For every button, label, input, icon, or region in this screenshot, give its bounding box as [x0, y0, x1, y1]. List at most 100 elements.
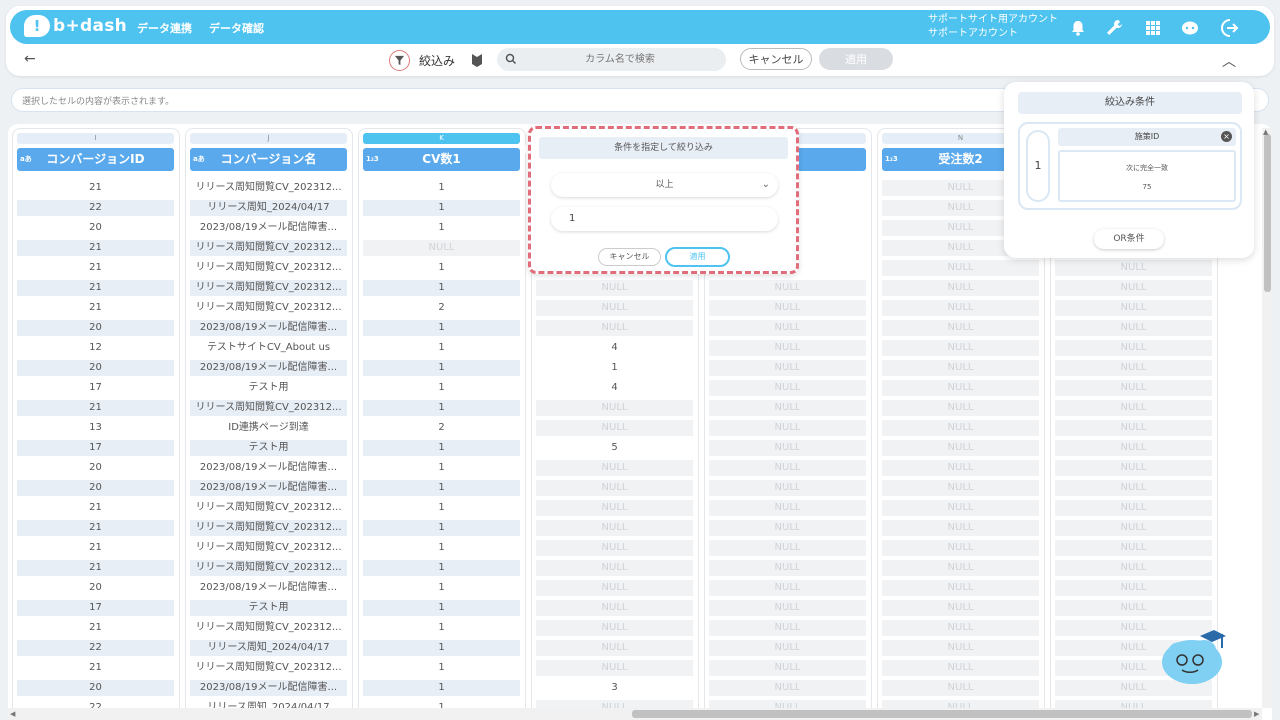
table-cell[interactable]: 1 [363, 500, 520, 516]
table-cell[interactable]: NULL [882, 540, 1039, 556]
table-cell[interactable]: 20 [17, 580, 174, 596]
table-cell[interactable]: NULL [882, 440, 1039, 456]
table-cell[interactable]: リリース周知閲覧CV_202312... [190, 660, 347, 676]
table-cell[interactable]: 17 [17, 600, 174, 616]
table-cell[interactable]: NULL [1055, 460, 1212, 476]
table-cell[interactable]: NULL [709, 580, 866, 596]
table-cell[interactable]: 21 [17, 280, 174, 296]
table-cell[interactable]: NULL [882, 520, 1039, 536]
table-cell[interactable]: NULL [536, 280, 693, 296]
table-cell[interactable]: テスト用 [190, 440, 347, 456]
column-header[interactable]: aあ コンバージョンID [17, 148, 174, 171]
table-cell[interactable]: リリース周知閲覧CV_202312... [190, 540, 347, 556]
table-cell[interactable]: 21 [17, 660, 174, 676]
table-cell[interactable]: 2 [363, 300, 520, 316]
table-cell[interactable]: NULL [536, 320, 693, 336]
condition-field[interactable]: 施策ID × [1058, 128, 1236, 146]
table-cell[interactable]: NULL [709, 440, 866, 456]
cancel-button[interactable]: キャンセル [740, 48, 812, 70]
table-cell[interactable]: 2023/08/19メール配信障害... [190, 480, 347, 496]
scroll-right-arrow-icon[interactable]: ▶ [1254, 710, 1259, 718]
mascot-icon[interactable] [1160, 626, 1228, 690]
table-cell[interactable]: 1 [363, 440, 520, 456]
table-cell[interactable]: 1 [363, 560, 520, 576]
table-cell[interactable]: 1 [363, 400, 520, 416]
nav-data-integration[interactable]: データ連携 [137, 20, 192, 36]
table-cell[interactable]: 21 [17, 520, 174, 536]
table-cell[interactable]: リリース周知閲覧CV_202312... [190, 280, 347, 296]
table-cell[interactable]: NULL [709, 400, 866, 416]
table-cell[interactable]: NULL [1055, 440, 1212, 456]
table-cell[interactable]: リリース周知閲覧CV_202312... [190, 620, 347, 636]
table-cell[interactable]: 4 [536, 380, 693, 396]
table-cell[interactable]: 1 [363, 540, 520, 556]
table-cell[interactable]: 20 [17, 320, 174, 336]
table-cell[interactable]: 1 [363, 360, 520, 376]
table-cell[interactable]: 1 [363, 680, 520, 696]
table-cell[interactable]: NULL [709, 560, 866, 576]
table-cell[interactable]: NULL [1055, 280, 1212, 296]
wrench-icon[interactable] [1104, 18, 1124, 38]
table-cell[interactable]: 5 [536, 440, 693, 456]
table-cell[interactable]: NULL [1055, 380, 1212, 396]
table-cell[interactable]: リリース周知閲覧CV_202312... [190, 500, 347, 516]
table-cell[interactable]: NULL [1055, 420, 1212, 436]
table-cell[interactable]: NULL [882, 420, 1039, 436]
account-info[interactable]: サポートサイト用アカウント サポートアカウント [928, 13, 1058, 41]
table-cell[interactable]: NULL [1055, 540, 1212, 556]
back-arrow-icon[interactable]: ← [24, 51, 36, 67]
table-cell[interactable]: NULL [709, 540, 866, 556]
table-cell[interactable]: NULL [1055, 300, 1212, 316]
table-cell[interactable]: NULL [709, 680, 866, 696]
table-cell[interactable]: NULL [709, 320, 866, 336]
table-cell[interactable]: NULL [363, 240, 520, 256]
table-cell[interactable]: 1 [363, 340, 520, 356]
table-cell[interactable]: NULL [1055, 360, 1212, 376]
table-cell[interactable]: NULL [536, 560, 693, 576]
table-cell[interactable]: NULL [709, 620, 866, 636]
table-cell[interactable]: NULL [882, 660, 1039, 676]
table-cell[interactable]: リリース周知閲覧CV_202312... [190, 180, 347, 196]
table-cell[interactable]: NULL [709, 520, 866, 536]
table-cell[interactable]: 1 [536, 360, 693, 376]
table-cell[interactable]: NULL [882, 300, 1039, 316]
table-cell[interactable]: テストサイトCV_About us [190, 340, 347, 356]
table-cell[interactable]: 1 [363, 660, 520, 676]
apps-grid-icon[interactable] [1143, 18, 1163, 38]
table-cell[interactable]: NULL [536, 620, 693, 636]
table-cell[interactable]: NULL [1055, 560, 1212, 576]
table-cell[interactable]: 1 [363, 480, 520, 496]
table-cell[interactable]: NULL [536, 400, 693, 416]
table-cell[interactable]: リリース周知閲覧CV_202312... [190, 240, 347, 256]
table-cell[interactable]: NULL [882, 380, 1039, 396]
table-cell[interactable]: NULL [882, 560, 1039, 576]
table-cell[interactable]: 22 [17, 640, 174, 656]
table-cell[interactable]: ID連携ページ到達 [190, 420, 347, 436]
table-cell[interactable]: リリース周知閲覧CV_202312... [190, 520, 347, 536]
table-cell[interactable]: NULL [536, 580, 693, 596]
table-cell[interactable]: NULL [709, 300, 866, 316]
table-cell[interactable]: NULL [709, 280, 866, 296]
table-cell[interactable]: NULL [709, 500, 866, 516]
table-cell[interactable]: 1 [363, 180, 520, 196]
column-letter[interactable]: J [190, 133, 347, 144]
table-cell[interactable]: NULL [709, 340, 866, 356]
table-cell[interactable]: 12 [17, 340, 174, 356]
table-cell[interactable]: リリース周知閲覧CV_202312... [190, 560, 347, 576]
table-cell[interactable]: 1 [363, 520, 520, 536]
column-header[interactable]: 1₂3 CV数1 [363, 148, 520, 171]
table-cell[interactable]: 1 [363, 200, 520, 216]
nav-data-check[interactable]: データ確認 [209, 20, 264, 36]
vertical-scroll-thumb[interactable] [1264, 134, 1271, 292]
table-cell[interactable]: NULL [536, 640, 693, 656]
scroll-up-arrow-icon[interactable]: ▲ [1263, 128, 1268, 136]
table-cell[interactable]: 22 [17, 200, 174, 216]
table-cell[interactable]: NULL [882, 680, 1039, 696]
table-cell[interactable]: NULL [1055, 260, 1212, 276]
table-cell[interactable]: 1 [363, 320, 520, 336]
table-cell[interactable]: NULL [1055, 480, 1212, 496]
table-cell[interactable]: 17 [17, 380, 174, 396]
table-cell[interactable]: 17 [17, 440, 174, 456]
search-input[interactable] [525, 51, 715, 68]
popup-apply-button[interactable]: 適用 [665, 247, 730, 267]
